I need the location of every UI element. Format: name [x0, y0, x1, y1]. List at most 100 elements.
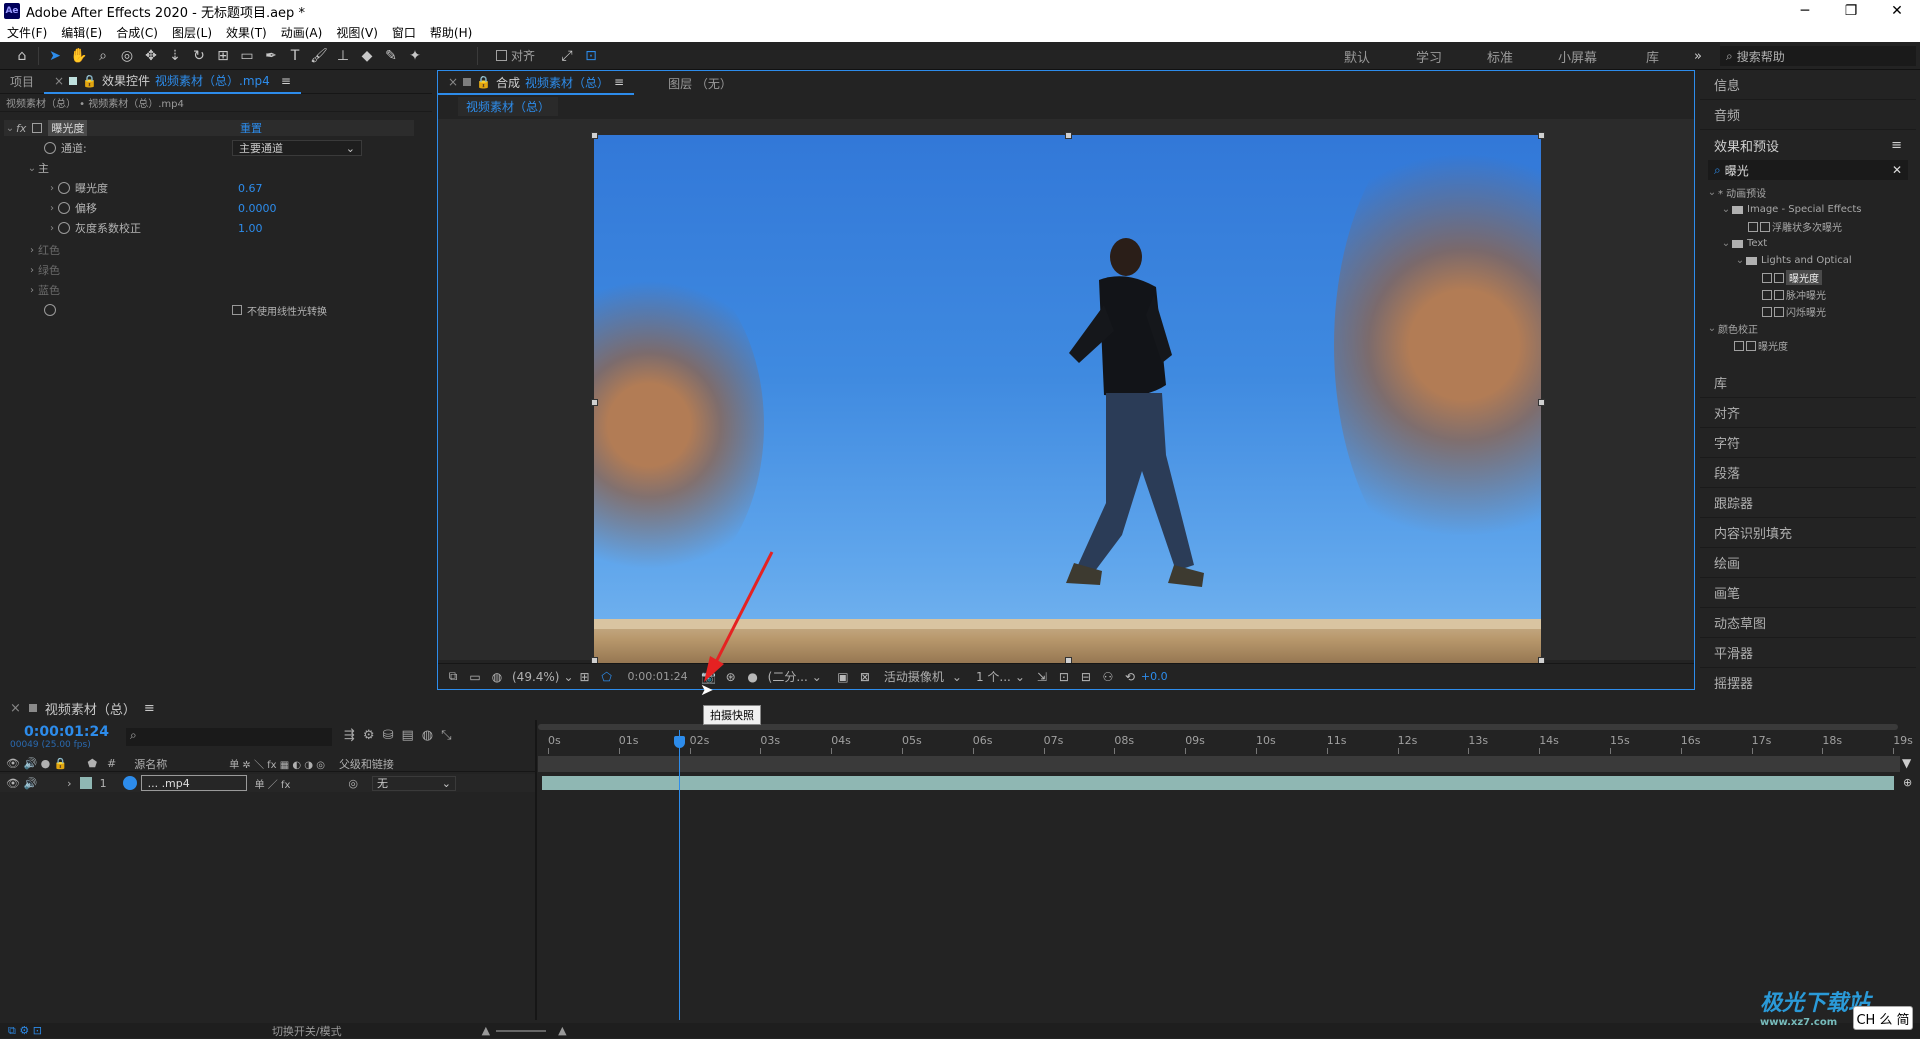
vr-icon[interactable]: ◍: [486, 670, 508, 684]
stopwatch-icon[interactable]: [44, 142, 56, 154]
reset-link[interactable]: 重置: [240, 120, 262, 136]
col-parent[interactable]: 父级和链接: [339, 756, 394, 772]
panel-item[interactable]: 动态草图: [1700, 608, 1916, 638]
minimize-button[interactable]: ─: [1782, 0, 1828, 22]
timeline-timecode[interactable]: 0:00:01:24: [24, 724, 109, 740]
menu-window[interactable]: 窗口: [385, 24, 423, 41]
av-toggle-icons[interactable]: 👁 🔊: [6, 777, 37, 790]
pan-tool-icon[interactable]: ✥: [139, 45, 163, 67]
draft-3d-icon[interactable]: ⚙: [363, 728, 375, 743]
viewer-canvas[interactable]: [438, 119, 1694, 669]
reset-exposure-icon[interactable]: ⟲: [1119, 670, 1141, 684]
roto-brush-tool-icon[interactable]: ✎: [379, 45, 403, 67]
param-row-exposure[interactable]: › 曝光度 0.67: [46, 180, 263, 196]
chevron-down-icon[interactable]: ⌄: [812, 670, 822, 684]
panel-item[interactable]: 跟踪器: [1700, 488, 1916, 518]
effect-name[interactable]: 曝光度: [48, 120, 88, 136]
zoom-out-icon[interactable]: ▲: [482, 1024, 490, 1037]
linear-light-checkbox[interactable]: [232, 305, 242, 315]
effect-header-row[interactable]: ⌄ fx 曝光度 重置: [4, 120, 414, 136]
tab-layer[interactable]: 图层 （无）: [658, 75, 742, 92]
param-row-offset[interactable]: › 偏移 0.0000: [46, 200, 277, 216]
effects-tree-item[interactable]: ⌄ Text: [1706, 235, 1916, 252]
orbit-tool-icon[interactable]: ◎: [115, 45, 139, 67]
panel-effects-presets-title[interactable]: 效果和预设 ≡: [1700, 130, 1916, 160]
group-green[interactable]: › 绿色: [26, 262, 60, 278]
panel-item[interactable]: 内容识别填充: [1700, 518, 1916, 548]
rotate-tool-icon[interactable]: ↻: [187, 45, 211, 67]
channel-select[interactable]: 主要通道 ⌄: [232, 140, 362, 156]
clone-stamp-tool-icon[interactable]: ⊥: [331, 45, 355, 67]
search-help-input[interactable]: ⌕ 搜索帮助: [1720, 46, 1916, 66]
panel-menu-icon[interactable]: ≡: [281, 74, 291, 88]
effects-tree-item[interactable]: ⌄ Lights and Optical: [1706, 252, 1916, 269]
snap-icon[interactable]: ⤢: [555, 45, 579, 67]
panel-item[interactable]: 库: [1700, 368, 1916, 398]
tab-project[interactable]: 项目: [0, 73, 44, 90]
align-checkbox[interactable]: [496, 50, 507, 61]
pickwhip-icon[interactable]: ◎: [348, 777, 358, 790]
workspace-small-screen[interactable]: 小屏幕: [1558, 42, 1597, 70]
layer-name-field[interactable]: ... .mp4: [140, 775, 247, 791]
chevron-down-icon[interactable]: ⌄: [1015, 670, 1025, 684]
flowchart-icon[interactable]: ⚇: [1097, 670, 1119, 684]
exposure-value[interactable]: 0.67: [238, 182, 263, 195]
comp-marker-icon[interactable]: ⊕: [1903, 776, 1912, 789]
eraser-tool-icon[interactable]: ◆: [355, 45, 379, 67]
layer-row[interactable]: 👁 🔊 › 1 ... .mp4 单 ／ fx ◎ 无 ⌄: [0, 774, 535, 792]
workspace-standard[interactable]: 标准: [1487, 42, 1513, 70]
render-icons[interactable]: ⧉ ⚙ ⊡: [8, 1024, 42, 1038]
exposure-value-display[interactable]: +0.0: [1141, 670, 1168, 683]
stopwatch-icon[interactable]: [44, 304, 56, 316]
effects-tree-item[interactable]: 浮雕状多次曝光: [1706, 218, 1916, 235]
selection-tool-icon[interactable]: ➤: [43, 45, 67, 67]
ime-indicator[interactable]: CH 么 简: [1853, 1006, 1913, 1030]
region-of-interest-icon[interactable]: ▣: [832, 670, 854, 684]
lock-icon[interactable]: 🔒: [82, 74, 97, 88]
master-group-row[interactable]: ⌄ 主: [26, 160, 49, 176]
anchor-tool-icon[interactable]: ⊞: [211, 45, 235, 67]
panel-item[interactable]: 对齐: [1700, 398, 1916, 428]
comp-flowchart-icon[interactable]: ⇶: [344, 728, 355, 743]
menu-composition[interactable]: 合成(C): [109, 24, 165, 41]
panel-item[interactable]: 摇摆器: [1700, 668, 1916, 698]
menu-help[interactable]: 帮助(H): [423, 24, 479, 41]
rectangle-tool-icon[interactable]: ▭: [235, 45, 259, 67]
panel-item[interactable]: 平滑器: [1700, 638, 1916, 668]
expand-chevron-icon[interactable]: ›: [67, 777, 71, 790]
text-tool-icon[interactable]: T: [283, 45, 307, 67]
timeline-tab-title[interactable]: 视频素材（总）: [45, 699, 136, 718]
menu-file[interactable]: 文件(F): [0, 24, 54, 41]
views-select[interactable]: 1 个...: [976, 668, 1011, 685]
offset-value[interactable]: 0.0000: [238, 202, 277, 215]
shy-icon[interactable]: ⛁: [383, 728, 394, 743]
linear-light-option[interactable]: 不使用线性光转换: [232, 302, 327, 318]
close-tab-icon[interactable]: ×: [54, 74, 64, 88]
layer-duration-bar[interactable]: [542, 776, 1894, 790]
chevron-down-icon[interactable]: ⌄: [952, 670, 962, 684]
motion-blur-icon[interactable]: ◍: [422, 728, 433, 743]
menu-effect[interactable]: 效果(T): [219, 24, 274, 41]
group-blue[interactable]: › 蓝色: [26, 282, 60, 298]
col-source-name[interactable]: 源名称: [134, 756, 167, 772]
transparency-grid-icon[interactable]: ⊠: [854, 670, 876, 684]
toggle-switches-modes[interactable]: 切换开关/模式: [272, 1023, 342, 1039]
fast-preview-icon[interactable]: ⊡: [1053, 670, 1075, 684]
playhead-handle[interactable]: [674, 736, 685, 748]
gamma-value[interactable]: 1.00: [238, 222, 263, 235]
panel-menu-icon[interactable]: ≡: [1891, 138, 1902, 153]
effects-search-input[interactable]: ⌕ 曝光 ✕: [1708, 160, 1908, 180]
panel-item[interactable]: 绘画: [1700, 548, 1916, 578]
effects-tree-item[interactable]: 曝光度: [1706, 337, 1916, 354]
panel-info[interactable]: 信息: [1700, 70, 1916, 100]
zoom-slider[interactable]: [496, 1029, 547, 1032]
always-preview-icon[interactable]: ⧉: [442, 669, 464, 684]
panel-item[interactable]: 字符: [1700, 428, 1916, 458]
menu-animation[interactable]: 动画(A): [274, 24, 330, 41]
close-button[interactable]: ✕: [1874, 0, 1920, 22]
workspace-libraries[interactable]: 库: [1646, 42, 1659, 70]
workspace-more-icon[interactable]: »: [1694, 42, 1702, 70]
puppet-tool-icon[interactable]: ✦: [403, 45, 427, 67]
tab-composition[interactable]: × 🔒 合成 视频素材（总） ≡: [438, 71, 635, 95]
effects-tree-item[interactable]: 曝光度: [1706, 269, 1916, 286]
